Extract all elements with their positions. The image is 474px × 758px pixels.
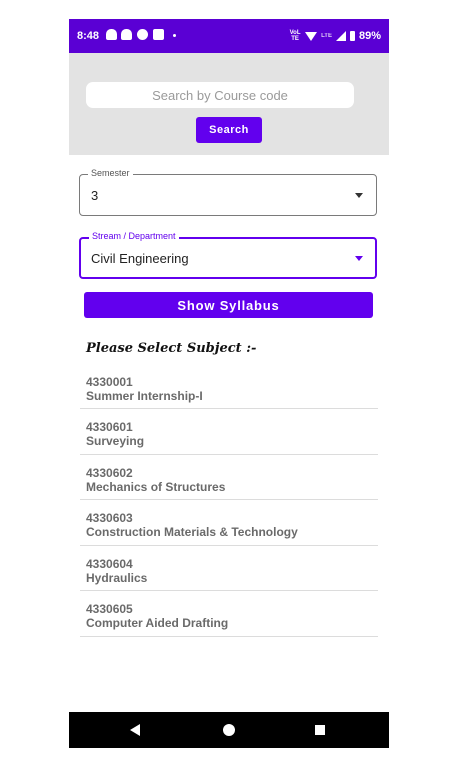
battery-percent: 89% bbox=[358, 30, 381, 42]
more-notifications-dot bbox=[173, 34, 176, 37]
status-right-group: VoLTE LTE 89% bbox=[289, 30, 381, 42]
subject-item[interactable]: 4330001 Summer Internship-I bbox=[80, 365, 378, 409]
battery-icon bbox=[349, 31, 355, 41]
subject-list: 4330001 Summer Internship-I 4330601 Surv… bbox=[80, 365, 378, 637]
subject-item[interactable]: 4330605 Computer Aided Drafting bbox=[80, 591, 378, 637]
subject-item[interactable]: 4330604 Hydraulics bbox=[80, 546, 378, 591]
course-code-search-input[interactable] bbox=[86, 82, 354, 108]
dropdown-arrow-icon bbox=[355, 256, 363, 261]
subject-name: Computer Aided Drafting bbox=[86, 616, 229, 630]
subject-code: 4330602 bbox=[86, 465, 133, 480]
stream-value: Civil Engineering bbox=[91, 251, 189, 266]
stream-label: Stream / Department bbox=[89, 231, 179, 241]
subject-code: 4330601 bbox=[86, 420, 133, 434]
semester-value: 3 bbox=[91, 188, 99, 203]
volte-indicator: VoLTE bbox=[289, 30, 301, 42]
subject-name: Surveying bbox=[86, 434, 145, 448]
subject-item[interactable]: 4330602 Mechanics of Structures bbox=[80, 455, 378, 500]
signal-icon bbox=[335, 31, 346, 41]
subject-name: Hydraulics bbox=[86, 570, 148, 585]
recent-apps-icon[interactable] bbox=[315, 725, 325, 735]
semester-label: Semester bbox=[88, 168, 133, 178]
subject-code: 4330604 bbox=[86, 556, 133, 571]
dropdown-arrow-icon bbox=[355, 193, 363, 198]
phone-screen: 8:48 VoLTE LTE 89% Search Semester 3 Str… bbox=[69, 19, 389, 748]
search-button[interactable]: Search bbox=[196, 117, 262, 143]
navigation-bar bbox=[69, 712, 389, 748]
subject-code: 4330603 bbox=[86, 511, 133, 525]
search-panel: Search bbox=[69, 53, 389, 155]
snapchat-icon bbox=[106, 29, 117, 40]
subjects-heading: Please Select Subject :- bbox=[86, 341, 257, 356]
status-time: 8:48 bbox=[77, 30, 100, 42]
lte-indicator: LTE bbox=[321, 33, 332, 39]
home-icon[interactable] bbox=[223, 724, 235, 736]
subject-name: Mechanics of Structures bbox=[86, 479, 226, 494]
app-grid-icon bbox=[137, 29, 148, 40]
subject-name: Summer Internship-I bbox=[86, 389, 203, 403]
semester-dropdown[interactable]: Semester 3 bbox=[79, 168, 377, 216]
subject-item[interactable]: 4330603 Construction Materials & Technol… bbox=[80, 500, 378, 546]
wifi-icon bbox=[305, 31, 318, 41]
notification-app-icon bbox=[153, 29, 164, 40]
subject-code: 4330605 bbox=[86, 602, 133, 616]
back-icon[interactable] bbox=[130, 724, 140, 736]
subject-code: 4330001 bbox=[86, 375, 133, 389]
show-syllabus-button[interactable]: Show Syllabus bbox=[84, 292, 373, 318]
status-bar: 8:48 VoLTE LTE 89% bbox=[69, 19, 389, 53]
snapchat-icon bbox=[121, 29, 132, 40]
subject-name: Construction Materials & Technology bbox=[86, 525, 298, 539]
subject-item[interactable]: 4330601 Surveying bbox=[80, 409, 378, 455]
stream-dropdown[interactable]: Stream / Department Civil Engineering bbox=[79, 231, 377, 279]
